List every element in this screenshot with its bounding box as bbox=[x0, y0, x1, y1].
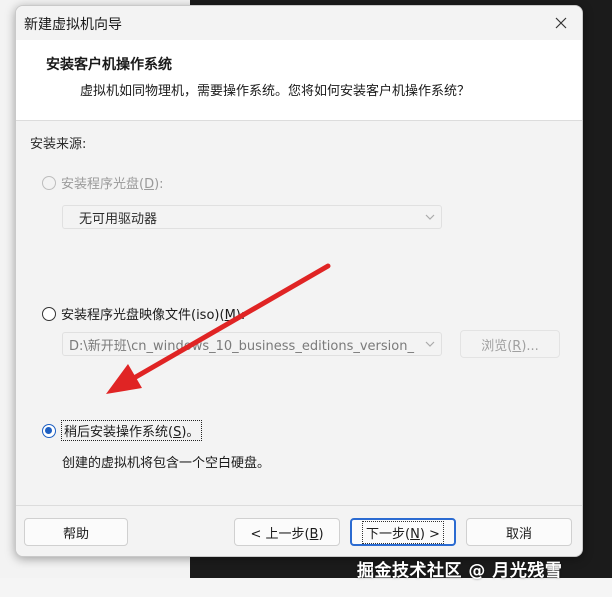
wizard-content: 安装来源: 安装程序光盘(D): 无可用驱动器 安装程序光盘映像文件(iso)(… bbox=[16, 121, 582, 505]
window-title: 新建虚拟机向导 bbox=[24, 17, 122, 33]
iso-path-select[interactable]: D:\新开班\cn_windows_10_business_editions_v… bbox=[62, 332, 442, 356]
page-subtitle: 虚拟机如同物理机，需要操作系统。您将如何安装客户机操作系统？ bbox=[80, 84, 471, 99]
close-icon bbox=[555, 17, 567, 29]
radio-install-iso[interactable]: 安装程序光盘映像文件(iso)(M): bbox=[42, 304, 245, 323]
cancel-button[interactable]: 取消 bbox=[466, 518, 572, 546]
chevron-down-icon bbox=[425, 214, 435, 220]
wizard-header: 安装客户机操作系统 虚拟机如同物理机，需要操作系统。您将如何安装客户机操作系统？ bbox=[16, 40, 582, 121]
radio-install-later-label: 稍后安装操作系统(S)。 bbox=[61, 420, 203, 441]
cancel-button-label: 取消 bbox=[505, 526, 532, 542]
back-button-label: < 上一步(B) bbox=[250, 526, 324, 542]
title-bar: 新建虚拟机向导 bbox=[16, 6, 582, 40]
radio-button-later[interactable] bbox=[42, 423, 56, 438]
close-button[interactable] bbox=[550, 12, 572, 34]
browse-button-label: 浏览(R)... bbox=[481, 338, 539, 354]
next-button-label: 下一步(N) > bbox=[362, 520, 444, 544]
help-button[interactable]: 帮助 bbox=[24, 518, 128, 546]
disc-drive-value: 无可用驱动器 bbox=[79, 211, 158, 227]
radio-button-iso[interactable] bbox=[42, 306, 56, 321]
new-vm-wizard-dialog: 新建虚拟机向导 安装客户机操作系统 虚拟机如同物理机，需要操作系统。您将如何安装… bbox=[15, 5, 583, 557]
browse-button[interactable]: 浏览(R)... bbox=[460, 330, 560, 358]
radio-install-later[interactable]: 稍后安装操作系统(S)。 bbox=[42, 420, 203, 441]
radio-button-disc[interactable] bbox=[42, 175, 56, 190]
wizard-footer: 帮助 < 上一步(B) 下一步(N) > 取消 bbox=[16, 505, 582, 556]
next-button[interactable]: 下一步(N) > bbox=[350, 518, 456, 546]
disc-drive-select[interactable]: 无可用驱动器 bbox=[62, 205, 442, 229]
help-button-label: 帮助 bbox=[62, 526, 89, 542]
radio-install-disc-label: 安装程序光盘(D): bbox=[61, 177, 164, 192]
install-later-description: 创建的虚拟机将包含一个空白硬盘。 bbox=[62, 456, 271, 471]
chevron-down-icon bbox=[425, 339, 435, 349]
install-source-label: 安装来源: bbox=[30, 137, 87, 152]
radio-install-iso-label: 安装程序光盘映像文件(iso)(M): bbox=[61, 308, 246, 323]
iso-path-value: D:\新开班\cn_windows_10_business_editions_v… bbox=[69, 338, 414, 354]
watermark: 掘金技术社区 @ 月光残雪 bbox=[357, 561, 563, 581]
back-button[interactable]: < 上一步(B) bbox=[234, 518, 340, 546]
radio-install-disc[interactable]: 安装程序光盘(D): bbox=[42, 173, 164, 192]
page-title: 安装客户机操作系统 bbox=[46, 57, 172, 73]
